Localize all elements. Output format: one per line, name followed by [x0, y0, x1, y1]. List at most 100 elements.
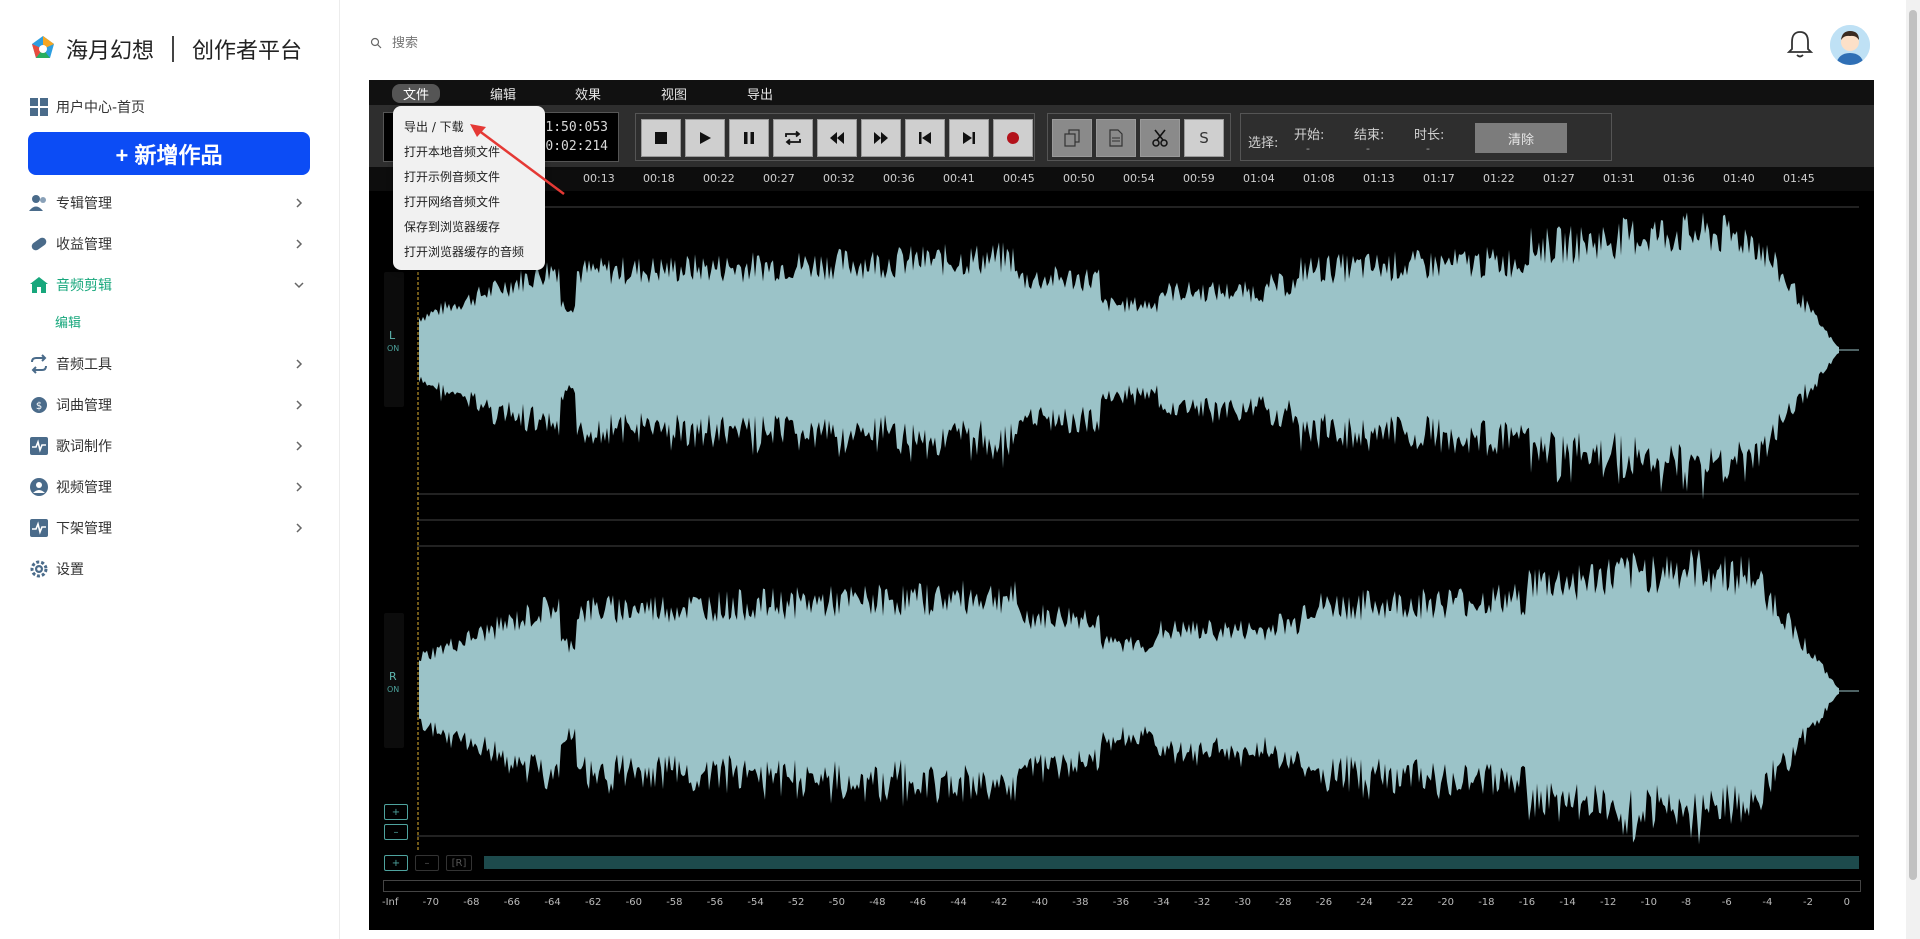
db-tick: -22: [1397, 897, 1414, 908]
db-tick: 0: [1843, 897, 1850, 908]
home-icon: [28, 274, 50, 296]
nav-audio-tools[interactable]: 音频工具: [28, 348, 308, 380]
waveform-canvas[interactable]: [369, 80, 1874, 930]
db-tick: -12: [1600, 897, 1617, 908]
brand-platform: 创作者平台: [192, 39, 303, 64]
db-tick: -28: [1275, 897, 1292, 908]
search-bar[interactable]: [370, 34, 594, 51]
zoom-out-button[interactable]: –: [415, 855, 439, 871]
level-meter: [383, 880, 1861, 892]
db-tick: -4: [1762, 897, 1773, 908]
db-tick: -10: [1640, 897, 1657, 908]
file-menu-item[interactable]: 导出 / 下载: [404, 118, 464, 135]
page-scrollbar[interactable]: [1906, 0, 1920, 939]
chevron-right-icon: [296, 359, 303, 369]
db-tick: -32: [1194, 897, 1211, 908]
db-tick: -24: [1356, 897, 1373, 908]
db-tick: -34: [1153, 897, 1170, 908]
nav-home-label: 用户中心-首页: [56, 100, 146, 116]
nav-lyrics-music-label: 词曲管理: [56, 398, 112, 414]
chevron-right-icon: [296, 400, 303, 410]
db-tick: -44: [950, 897, 967, 908]
channel-right-on: ON: [387, 685, 400, 694]
nav-settings[interactable]: 设置: [28, 553, 308, 585]
nav-album[interactable]: 专辑管理: [28, 187, 308, 219]
reset-zoom-button[interactable]: [R]: [446, 855, 472, 871]
nav-video-label: 视频管理: [56, 480, 112, 496]
file-menu-item[interactable]: 打开浏览器缓存的音频: [404, 243, 524, 260]
db-tick: -70: [422, 897, 439, 908]
pill-icon: [28, 233, 50, 255]
db-tick: -52: [788, 897, 805, 908]
db-tick: -26: [1315, 897, 1333, 908]
repeat-icon: [28, 353, 50, 375]
pulse-icon: [28, 435, 50, 457]
zoom-in-button[interactable]: +: [384, 855, 408, 871]
channel-left-control[interactable]: L ON: [384, 272, 404, 407]
nav-audio-edit-sub[interactable]: 编辑: [55, 312, 81, 331]
db-tick: -30: [1234, 897, 1251, 908]
nav-lyrics-music[interactable]: $ 词曲管理: [28, 389, 308, 421]
db-tick: -Inf: [382, 897, 399, 908]
brand-logo-icon: [32, 36, 54, 58]
zoom-out-vertical-button[interactable]: –: [384, 824, 408, 840]
bell-icon[interactable]: [1784, 28, 1816, 60]
grid-icon: [28, 96, 50, 118]
user-circle-icon: [28, 476, 50, 498]
nav-audio-edit[interactable]: 音频剪辑: [28, 269, 308, 301]
channel-left-on: ON: [387, 344, 400, 353]
nav-revenue[interactable]: 收益管理: [28, 228, 308, 260]
brand[interactable]: 海月幻想 创作者平台: [28, 32, 302, 66]
nav-home[interactable]: 用户中心-首页: [28, 91, 308, 123]
file-menu-item[interactable]: 保存到浏览器缓存: [404, 218, 500, 235]
waveform-channel: [419, 548, 1839, 845]
chevron-right-icon: [296, 523, 303, 533]
db-tick: -16: [1518, 897, 1536, 908]
db-tick: -46: [909, 897, 927, 908]
channel-right-control[interactable]: R ON: [384, 613, 404, 748]
db-tick: -54: [747, 897, 764, 908]
scrollbar-thumb[interactable]: [1909, 10, 1917, 880]
users-icon: [28, 192, 50, 214]
db-tick: -38: [1072, 897, 1089, 908]
avatar[interactable]: [1830, 25, 1870, 65]
nav-album-label: 专辑管理: [56, 196, 112, 212]
chevron-down-icon: [294, 282, 304, 289]
nav-takedown-label: 下架管理: [56, 521, 112, 537]
chevron-right-icon: [296, 441, 303, 451]
pulse-icon: [28, 517, 50, 539]
db-tick: -68: [463, 897, 480, 908]
new-work-button[interactable]: + 新增作品: [28, 132, 310, 175]
nav-video[interactable]: 视频管理: [28, 471, 308, 503]
zoom-in-vertical-button[interactable]: +: [384, 804, 408, 820]
db-tick: -48: [869, 897, 886, 908]
db-tick: -62: [585, 897, 602, 908]
nav-lyrics-make[interactable]: 歌词制作: [28, 430, 308, 462]
search-input[interactable]: [390, 34, 594, 51]
nav-audio-edit-label: 音频剪辑: [56, 278, 112, 294]
chevron-right-icon: [296, 198, 303, 208]
nav-takedown[interactable]: 下架管理: [28, 512, 308, 544]
nav-revenue-label: 收益管理: [56, 237, 112, 253]
brand-separator: [172, 36, 175, 62]
db-tick: -8: [1681, 897, 1692, 908]
coin-icon: $: [28, 394, 50, 416]
audio-editor: 文件 编辑 效果 视图 导出 01:50:053 00:02:214 S 选择:…: [369, 80, 1874, 930]
svg-text:$: $: [36, 401, 42, 412]
timeline-scroll[interactable]: [484, 856, 1859, 869]
db-tick: -20: [1437, 897, 1454, 908]
db-tick: -6: [1721, 897, 1732, 908]
db-tick: -56: [706, 897, 724, 908]
chevron-right-icon: [296, 239, 303, 249]
db-tick: -50: [828, 897, 845, 908]
nav-audio-tools-label: 音频工具: [56, 357, 112, 373]
db-tick: -42: [991, 897, 1008, 908]
channel-left-label: L: [389, 329, 396, 342]
nav-lyrics-make-label: 歌词制作: [56, 439, 112, 455]
db-tick: -36: [1112, 897, 1130, 908]
db-tick: -40: [1031, 897, 1048, 908]
db-tick: -18: [1478, 897, 1495, 908]
nav-settings-label: 设置: [56, 562, 84, 578]
channel-right-label: R: [389, 670, 397, 683]
db-tick: -64: [544, 897, 561, 908]
